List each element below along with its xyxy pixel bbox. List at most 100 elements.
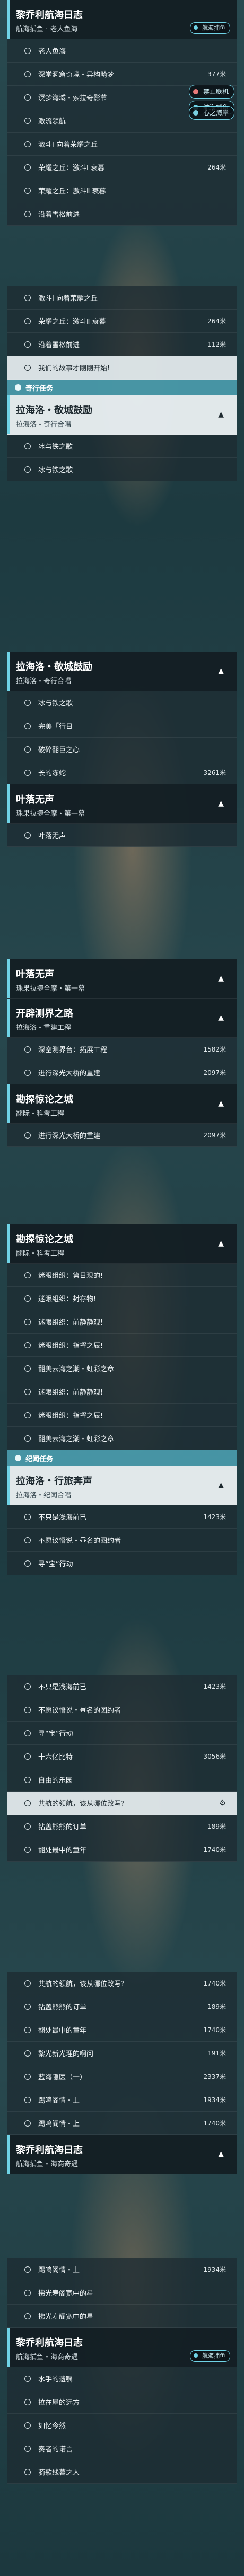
- quest-item[interactable]: 破碎翻巨之心: [7, 738, 237, 761]
- quest-group-header[interactable]: 勘探惊论之城 翻际・科考工程 ▲: [7, 1224, 237, 1264]
- quest-item[interactable]: 沿着雪松前进: [7, 202, 237, 226]
- quest-group-header[interactable]: 黎乔利航海日志 航海捕鱼・海商奇遇 ▲: [7, 2135, 237, 2174]
- quest-item[interactable]: 踢鸣阁情・上 1740米: [7, 2112, 237, 2135]
- quest-item[interactable]: 翻处最中的童年 1740米: [7, 1838, 237, 1862]
- quest-group-header[interactable]: 黎乔利航海日志 航海捕鱼・海商奇遇 航海捕鱼: [7, 2328, 237, 2367]
- quest-group-header[interactable]: 开辟测界之路 拉海洛・重建工程 ▲: [7, 999, 237, 1038]
- quest-item[interactable]: 沿着雪松前进 112米: [7, 333, 237, 356]
- quest-item-label: 荣耀之丘：激斗Ⅱ 衰暮: [38, 318, 106, 326]
- quest-group-header[interactable]: 黎乔利航海日志 航海捕鱼 · 老人鱼海 航海捕鱼: [7, 0, 237, 39]
- quest-item[interactable]: 骑歌线暮之人: [7, 2460, 237, 2484]
- quest-item[interactable]: 迷眼组织：前静静观!: [7, 1310, 237, 1334]
- quest-item[interactable]: 钻盖熊熊的订单 189米: [7, 1815, 237, 1838]
- quest-item[interactable]: 迷眼组织：指挥之辰!: [7, 1404, 237, 1427]
- quest-item[interactable]: 十六亿比特 3056米: [7, 1745, 237, 1768]
- heart-coast-button[interactable]: 心之海岸: [188, 106, 234, 120]
- quest-item-label: 我们的故事才刚刚开始!: [38, 365, 110, 373]
- quest-item[interactable]: 我们的故事才刚刚开始!: [7, 356, 237, 380]
- quest-status-icon: [24, 1560, 31, 1567]
- quest-item[interactable]: 共航的领航，该从哪位改写? 1740米: [7, 1972, 237, 1995]
- quest-item[interactable]: 荣耀之丘：激斗Ⅱ 衰暮 264米: [7, 310, 237, 333]
- quest-group-subtitle: 珠果拉捷全摩・第一幕: [16, 985, 85, 993]
- quest-item[interactable]: 迷眼组织：前静静观!: [7, 1380, 237, 1404]
- quest-group-header[interactable]: 拉海洛・敬城鼓励 拉海洛・奇行合唱 ▲: [7, 652, 237, 691]
- quest-item[interactable]: 荣耀之丘：激斗Ⅱ 衰暮: [7, 179, 237, 202]
- quest-group-header[interactable]: 叶落无声 珠果拉捷全摩・第一幕 ▲: [7, 784, 237, 824]
- chevron-up-icon[interactable]: ▲: [218, 1481, 224, 1489]
- quest-item[interactable]: 冰与铁之歌: [7, 435, 237, 458]
- quest-status-icon: [24, 2003, 31, 2010]
- quest-item[interactable]: 迷眼组织：指挥之辰!: [7, 1334, 237, 1357]
- quest-group-subtitle: 翻际・科考工程: [16, 1250, 65, 1258]
- chevron-up-icon[interactable]: ▲: [218, 799, 224, 808]
- quest-item[interactable]: 老人鱼海: [7, 39, 237, 63]
- chevron-up-icon[interactable]: ▲: [218, 667, 224, 675]
- quest-item[interactable]: 长的冻蛇 3261米: [7, 761, 237, 784]
- no-coop-button[interactable]: 禁止联机: [188, 85, 234, 99]
- chevron-up-icon[interactable]: ▲: [218, 410, 224, 419]
- quest-item-label: 蓝海隐医（一）: [38, 2074, 87, 2081]
- chevron-up-icon[interactable]: ▲: [218, 1239, 224, 1248]
- quest-item[interactable]: 不愿议悟说・昼名的图约者: [7, 1529, 237, 1552]
- quest-group-header[interactable]: 勘探惊论之城 翻际・科考工程 ▲: [7, 1084, 237, 1124]
- quest-item[interactable]: 钻盖熊熊的订单 189米: [7, 1995, 237, 2018]
- quest-status-icon: [24, 2468, 31, 2475]
- quest-item-label: 完美「行日: [38, 723, 73, 731]
- quest-item[interactable]: 翻美云海之潮・虹彩之章: [7, 1427, 237, 1450]
- quest-item-label: 水手的遗嘱: [38, 2376, 73, 2384]
- chevron-up-icon[interactable]: ▲: [218, 2150, 224, 2158]
- quest-item[interactable]: 深堂洞窟奇境・异构畸梦 377米: [7, 63, 237, 86]
- quest-item[interactable]: 冰与铁之歌: [7, 691, 237, 714]
- quest-item[interactable]: 进行深光大桥的重建 2097米: [7, 1061, 237, 1084]
- quest-item[interactable]: 冰与铁之歌: [7, 458, 237, 481]
- quest-item-label: 拂光寿阁宽中的星: [38, 2290, 94, 2298]
- quest-item[interactable]: 拂光寿阁宽中的星: [7, 2305, 237, 2328]
- quest-item[interactable]: 拂光寿阁宽中的星: [7, 2281, 237, 2305]
- quest-item[interactable]: 深空测界台：拓展工程 1582米: [7, 1038, 237, 1061]
- quest-item[interactable]: 进行深光大桥的重建 2097米: [7, 1124, 237, 1147]
- mode-badge: 航海捕鱼: [190, 2350, 230, 2362]
- quest-item[interactable]: 翻处最中的童年 1740米: [7, 2018, 237, 2042]
- accent-line: [7, 1224, 10, 1263]
- quest-item[interactable]: 自由的乐园: [7, 1768, 237, 1792]
- chevron-up-icon[interactable]: ▲: [218, 1099, 224, 1108]
- quest-status-icon: [24, 443, 31, 449]
- quest-distance: 1934米: [203, 2096, 226, 2104]
- quest-item[interactable]: 蓝海隐医（一） 2337米: [7, 2065, 237, 2088]
- quest-item[interactable]: 黎光新光理的啊问 191米: [7, 2042, 237, 2065]
- quest-item[interactable]: 寻“宝”行动: [7, 1722, 237, 1745]
- quest-status-icon: [24, 769, 31, 776]
- chevron-up-icon[interactable]: ▲: [218, 974, 224, 983]
- quest-item[interactable]: 踢鸣阁情・上 1934米: [7, 2088, 237, 2112]
- quest-item[interactable]: 不愿议悟说・昼名的图约者: [7, 1698, 237, 1722]
- quest-distance: 189米: [207, 2003, 226, 2010]
- quest-item[interactable]: 寻“宝”行动: [7, 1552, 237, 1575]
- quest-group-header[interactable]: 叶落无声 珠果拉捷全摩・第一幕 ▲: [7, 959, 237, 999]
- quest-item[interactable]: 不只是浅海前已 1423米: [7, 1675, 237, 1698]
- quest-item[interactable]: 完美「行日: [7, 714, 237, 738]
- quest-status-icon: [24, 317, 31, 324]
- quest-item[interactable]: 拉在屋的远方: [7, 2390, 237, 2414]
- quest-item[interactable]: 迷眼组织：第日现的!: [7, 1264, 237, 1287]
- quest-item[interactable]: 激斗Ⅰ 向着荣耀之丘: [7, 286, 237, 310]
- quest-item-label: 钻盖熊熊的订单: [38, 2004, 87, 2012]
- quest-distance: 1740米: [203, 2026, 226, 2034]
- quest-distance: 1740米: [203, 1980, 226, 1987]
- quest-item[interactable]: 共航的领航，该从哪位改写? ⚙: [7, 1792, 237, 1815]
- quest-item[interactable]: 奏者的诺言: [7, 2437, 237, 2460]
- quest-item[interactable]: 翻美云海之潮・虹彩之章: [7, 1357, 237, 1380]
- quest-item[interactable]: 如忆今然: [7, 2414, 237, 2437]
- quest-item[interactable]: 不只是浅海前已 1423米: [7, 1505, 237, 1529]
- quest-group-header[interactable]: 拉海洛・行旅奔声 拉海洛・纪闻合唱 ▲: [7, 1466, 237, 1505]
- chevron-up-icon[interactable]: ▲: [218, 1013, 224, 1022]
- quest-item[interactable]: 水手的遗嘱: [7, 2367, 237, 2390]
- quest-item[interactable]: 激斗Ⅰ 向着荣耀之丘: [7, 133, 237, 156]
- quest-item[interactable]: 叶落无声: [7, 824, 237, 847]
- quest-status-icon: [24, 294, 31, 301]
- quest-group-header[interactable]: 拉海洛・敬城鼓励 拉海洛・奇行合唱 ▲: [7, 395, 237, 435]
- quest-status-icon: [24, 1046, 31, 1053]
- gear-icon[interactable]: ⚙: [219, 1799, 226, 1807]
- quest-item[interactable]: 踢鸣阁情・上 1934米: [7, 2258, 237, 2281]
- quest-item[interactable]: 荣耀之丘：激斗Ⅰ 衰暮 264米: [7, 156, 237, 179]
- quest-item[interactable]: 迷眼组织：封存物!: [7, 1287, 237, 1310]
